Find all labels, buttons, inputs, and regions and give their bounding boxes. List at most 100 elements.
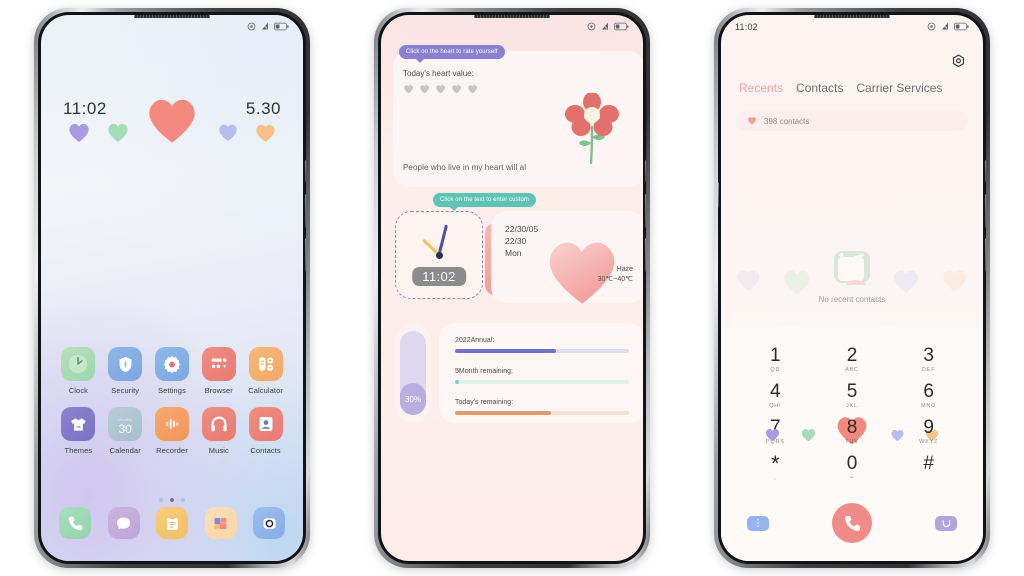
app-label: Clock [68,386,89,395]
more-vertical-icon[interactable] [747,515,769,531]
hide-keypad-icon[interactable] [935,515,957,531]
tab-contacts[interactable]: Contacts [796,81,843,95]
analog-clock-widget[interactable]: 11:02 [395,211,483,299]
phone-3-screen: 11:02 Recents Contacts Carrier Services … [721,15,983,561]
app-recorder[interactable]: Recorder [149,407,196,455]
key-number: 9 [923,417,934,438]
tab-recents[interactable]: Recents [739,81,783,95]
call-button[interactable] [832,503,872,543]
date-line-1: 22/30/05 [505,224,539,234]
app-browser[interactable]: Browser [195,347,242,395]
heart-icon-rating[interactable] [467,81,478,99]
status-time: 11:02 [735,22,758,32]
app-label: Calendar [109,446,141,455]
camera-icon[interactable] [253,507,285,539]
power-button[interactable] [305,238,306,272]
key-number: 3 [923,345,934,366]
app-themes[interactable]: Themes [55,407,102,455]
empty-box-icon [824,243,880,298]
page-dot-active[interactable] [170,498,174,502]
app-clock[interactable]: Clock [55,347,102,395]
power-button[interactable] [985,238,986,272]
app-calendar[interactable]: Monthly 30 Calendar [102,407,149,455]
progress-track [455,349,629,353]
dial-key-8[interactable]: 8 TUV [765,417,939,446]
heart-icon-rating[interactable] [403,81,414,99]
gallery-icon[interactable] [204,507,237,539]
volume-down-button[interactable] [305,194,306,228]
app-security[interactable]: Security [102,347,149,395]
dial-key-hash[interactable]: # [890,453,967,482]
key-letters: ABC [845,367,859,373]
phone-3: 11:02 Recents Contacts Carrier Services … [714,8,990,568]
home-clock-widget[interactable]: 11:02 5.30 [41,99,303,148]
weather-temperature: 30℃~40℃ [597,276,633,283]
dial-key-0[interactable]: 0 + [814,453,891,482]
messages-icon[interactable] [107,507,140,539]
calculator-icon [248,347,283,381]
volume-down-button[interactable] [985,194,986,228]
power-button[interactable] [645,238,646,272]
dialer-tabs: Recents Contacts Carrier Services [739,81,969,95]
clock-center-pin [435,251,443,259]
page-indicator[interactable] [41,498,303,502]
key-letters: , [774,475,777,481]
app-label: Recorder [156,446,188,455]
page-dot[interactable] [181,498,185,502]
dial-key-6[interactable]: 6 MNO [890,381,967,410]
app-contacts[interactable]: Contacts [242,407,289,455]
status-bar [381,15,643,39]
progress-widget[interactable]: 2022Annual: 5Month remaining: Today's re… [439,323,643,423]
heart-quote-text[interactable]: People who live in my heart will al [403,163,526,172]
tab-carrier-services[interactable]: Carrier Services [856,81,942,95]
weather-widget[interactable]: 22/30/05 22/30 Mon Haze 30℃~40℃ [491,211,643,304]
app-music[interactable]: Music [195,407,242,455]
dial-key-7[interactable]: 7 PQRS [737,417,814,446]
key-number: 6 [923,381,934,402]
key-letters: QHI [769,403,782,409]
page-dot[interactable] [159,498,163,502]
app-calculator[interactable]: Calculator [242,347,289,395]
notes-icon[interactable] [156,507,188,539]
heart-icon-rating[interactable] [419,81,430,99]
dial-key-5[interactable]: 5 JKL [814,381,891,410]
heart-icon-rating[interactable] [451,81,462,99]
dial-key-star[interactable]: * , [737,453,814,482]
heart-icon-rating[interactable] [435,81,446,99]
volume-up-button[interactable] [645,160,646,182]
app-settings[interactable]: Settings [149,347,196,395]
dial-key-4[interactable]: 4 QHI [737,381,814,410]
phone-1-screen: 11:02 5.30 Clock Security Settings Brows… [41,15,303,561]
heart-icon-green [106,121,130,148]
dial-key-2[interactable]: 2 ABC [814,345,891,374]
app-label: Browser [204,386,233,395]
key-number: 0 [846,453,858,474]
key-letters: DEF [921,367,936,373]
volume-up-button[interactable] [985,160,986,182]
dial-key-3[interactable]: 3 DEF [890,345,967,374]
app-label: Security [111,386,140,395]
volume-down-button[interactable] [645,194,646,228]
heart-rating[interactable] [403,81,478,99]
settings-gear-icon[interactable] [950,53,967,75]
dial-key-1[interactable]: 1 QD [737,345,814,374]
key-letters: JKL [846,403,858,409]
signal-icon [940,18,950,36]
heart-icon [747,112,757,130]
volume-up-button[interactable] [305,160,306,182]
tooltip-text: Click on the text to enter custom [440,197,530,203]
assistant-button[interactable] [718,182,719,208]
battery-widget[interactable]: 30% [395,323,431,423]
dialpad-keys: 1 QD 2 ABC 3 DEF 4 QHI 5 JKL 6 MNO 7 PQR… [737,345,967,482]
key-number: * [771,451,780,476]
location-icon [927,18,936,36]
status-icons [247,18,289,36]
app-label: Contacts [250,446,281,455]
empty-state: No recent contacts [721,243,983,333]
weather-date: 22/30/05 22/30 Mon [505,223,538,259]
search-contacts-bar[interactable]: 398 contacts [737,111,967,131]
dial-key-9[interactable]: 9 WXYZ [890,417,967,446]
phone-2-bezel: Click on the heart to rate yourself Toda… [378,12,646,564]
dialpad-panel: 1 QD 2 ABC 3 DEF 4 QHI 5 JKL 6 MNO 7 PQR… [721,324,983,561]
phone-icon[interactable] [59,507,91,539]
